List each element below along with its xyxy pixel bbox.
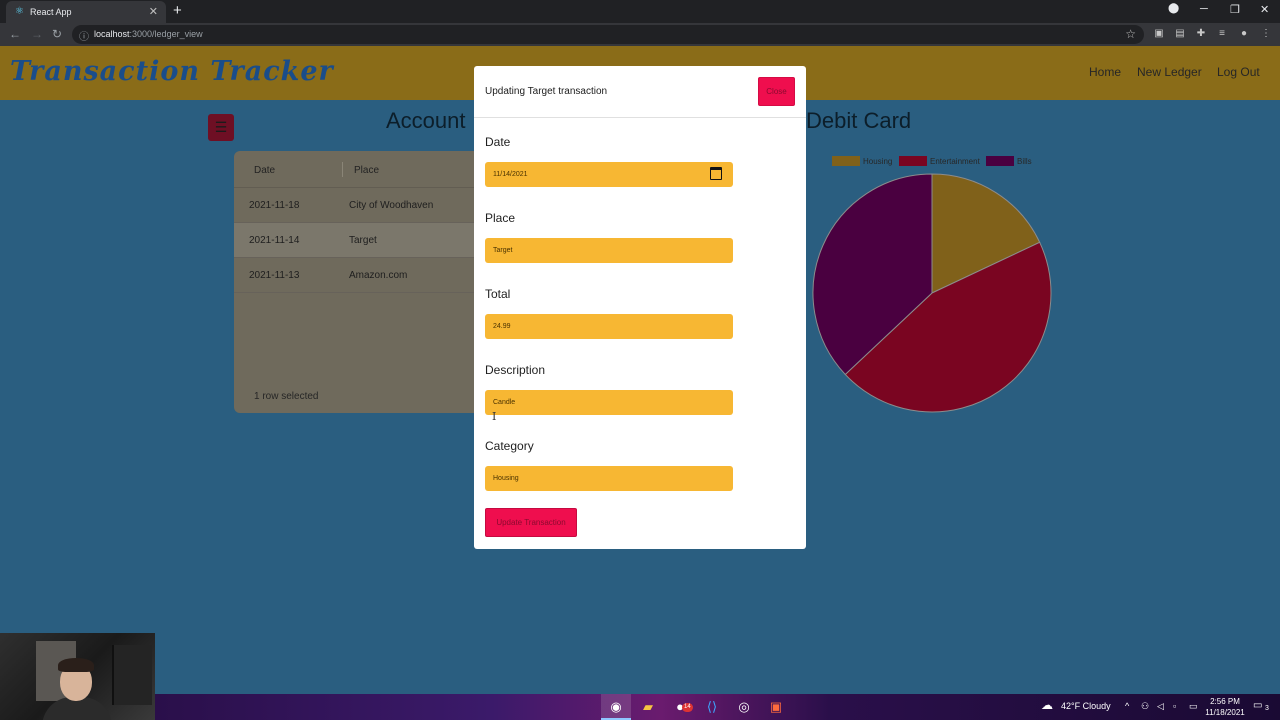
description-label: Description bbox=[485, 363, 546, 377]
profile-dropdown-icon[interactable]: ⬤ bbox=[1168, 3, 1179, 14]
text-cursor-icon: I bbox=[492, 410, 497, 423]
address-bar[interactable]: ⓘ localhost:3000/ledger_view ☆ bbox=[72, 25, 1144, 44]
window-close-icon[interactable]: ✕ bbox=[1260, 3, 1269, 16]
webcam-person bbox=[58, 658, 94, 672]
date-value: 11/14/2021 bbox=[493, 171, 528, 178]
obs-taskbar-icon[interactable]: ◎ bbox=[729, 694, 759, 720]
place-input[interactable]: Target bbox=[485, 238, 733, 263]
extension-icon[interactable]: ▤ bbox=[1174, 28, 1186, 40]
reload-icon[interactable]: ↻ bbox=[52, 27, 62, 41]
place-value: Target bbox=[493, 247, 513, 254]
date-label: Date bbox=[485, 135, 511, 149]
tab-title: React App bbox=[30, 7, 72, 17]
webcam-background bbox=[112, 645, 152, 705]
total-input[interactable]: 24.99 bbox=[485, 314, 733, 339]
react-icon: ⚛ bbox=[15, 6, 24, 17]
update-transaction-button[interactable]: Update Transaction bbox=[485, 508, 577, 537]
extension-icon[interactable]: ▣ bbox=[1153, 28, 1165, 40]
puzzle-icon[interactable]: ✚ bbox=[1195, 28, 1207, 40]
modal-title: Updating Target transaction bbox=[485, 86, 608, 97]
total-value: 24.99 bbox=[493, 323, 511, 330]
chrome-taskbar-icon[interactable]: ◉ bbox=[601, 694, 631, 720]
discord-taskbar-icon[interactable]: ● 14 bbox=[665, 694, 695, 720]
webcam-overlay bbox=[0, 633, 155, 720]
volume-icon[interactable]: ◁ bbox=[1157, 701, 1164, 712]
minimize-icon[interactable]: ─ bbox=[1200, 3, 1208, 15]
date-input[interactable]: 11/14/2021 bbox=[485, 162, 733, 187]
weather-text[interactable]: 42°F Cloudy bbox=[1061, 701, 1111, 711]
notification-badge: 14 bbox=[682, 703, 693, 712]
close-button[interactable]: Close bbox=[758, 77, 795, 106]
info-icon[interactable]: ⓘ bbox=[79, 28, 89, 43]
notification-count: 3 bbox=[1265, 705, 1269, 712]
description-input[interactable]: Candle bbox=[485, 390, 733, 415]
profile-avatar-icon[interactable]: ● bbox=[1238, 28, 1250, 40]
file-explorer-taskbar-icon[interactable]: ▰ bbox=[633, 694, 663, 720]
tab-close-icon[interactable]: ✕ bbox=[149, 5, 158, 18]
display-icon[interactable]: ▭ bbox=[1189, 701, 1198, 712]
windows-taskbar: ◉ ▰ ● 14 ⟨⟩ ◎ ▣ ☁ 42°F Cloudy ^ ⚇ ◁ ▫ ▭ 2… bbox=[155, 694, 1280, 720]
vscode-taskbar-icon[interactable]: ⟨⟩ bbox=[697, 694, 727, 720]
category-label: Category bbox=[485, 439, 534, 453]
reading-list-icon[interactable]: ≡ bbox=[1216, 28, 1228, 40]
new-tab-button[interactable]: + bbox=[173, 2, 182, 19]
update-transaction-modal: Updating Target transaction Close Date 1… bbox=[474, 66, 806, 549]
restore-icon[interactable]: ❐ bbox=[1230, 3, 1240, 16]
category-input[interactable]: Housing bbox=[485, 466, 733, 491]
category-value: Housing bbox=[493, 475, 519, 482]
calendar-icon[interactable] bbox=[710, 167, 722, 180]
clock-time: 2:56 PM bbox=[1210, 697, 1240, 706]
description-value: Candle bbox=[493, 399, 516, 406]
url-text[interactable]: localhost:3000/ledger_view bbox=[94, 29, 203, 39]
back-icon[interactable]: ← bbox=[9, 27, 21, 41]
bookmark-star-icon[interactable]: ☆ bbox=[1125, 27, 1136, 41]
powerpoint-taskbar-icon[interactable]: ▣ bbox=[761, 694, 791, 720]
browser-tab-strip: ⚛ React App ✕ + ⬤ ─ ❐ ✕ bbox=[0, 0, 1280, 23]
modal-divider bbox=[474, 117, 806, 118]
taskbar-clock[interactable]: 2:56 PM 11/18/2021 bbox=[1203, 696, 1247, 718]
browser-tab[interactable]: ⚛ React App ✕ bbox=[6, 1, 166, 23]
notifications-icon[interactable]: ▭ bbox=[1253, 700, 1262, 711]
tray-app-icon[interactable]: ▫ bbox=[1173, 701, 1176, 711]
more-menu-icon[interactable]: ⋮ bbox=[1260, 28, 1272, 40]
total-label: Total bbox=[485, 287, 511, 301]
browser-toolbar: ← → ↻ ⓘ localhost:3000/ledger_view ☆ ▣ ▤… bbox=[0, 23, 1280, 46]
cloudy-weather-icon[interactable]: ☁ bbox=[1041, 698, 1053, 712]
place-label: Place bbox=[485, 211, 516, 225]
network-icon[interactable]: ⚇ bbox=[1141, 701, 1149, 712]
tray-chevron-icon[interactable]: ^ bbox=[1125, 701, 1129, 711]
forward-icon[interactable]: → bbox=[31, 27, 43, 41]
clock-date: 11/18/2021 bbox=[1205, 708, 1245, 717]
